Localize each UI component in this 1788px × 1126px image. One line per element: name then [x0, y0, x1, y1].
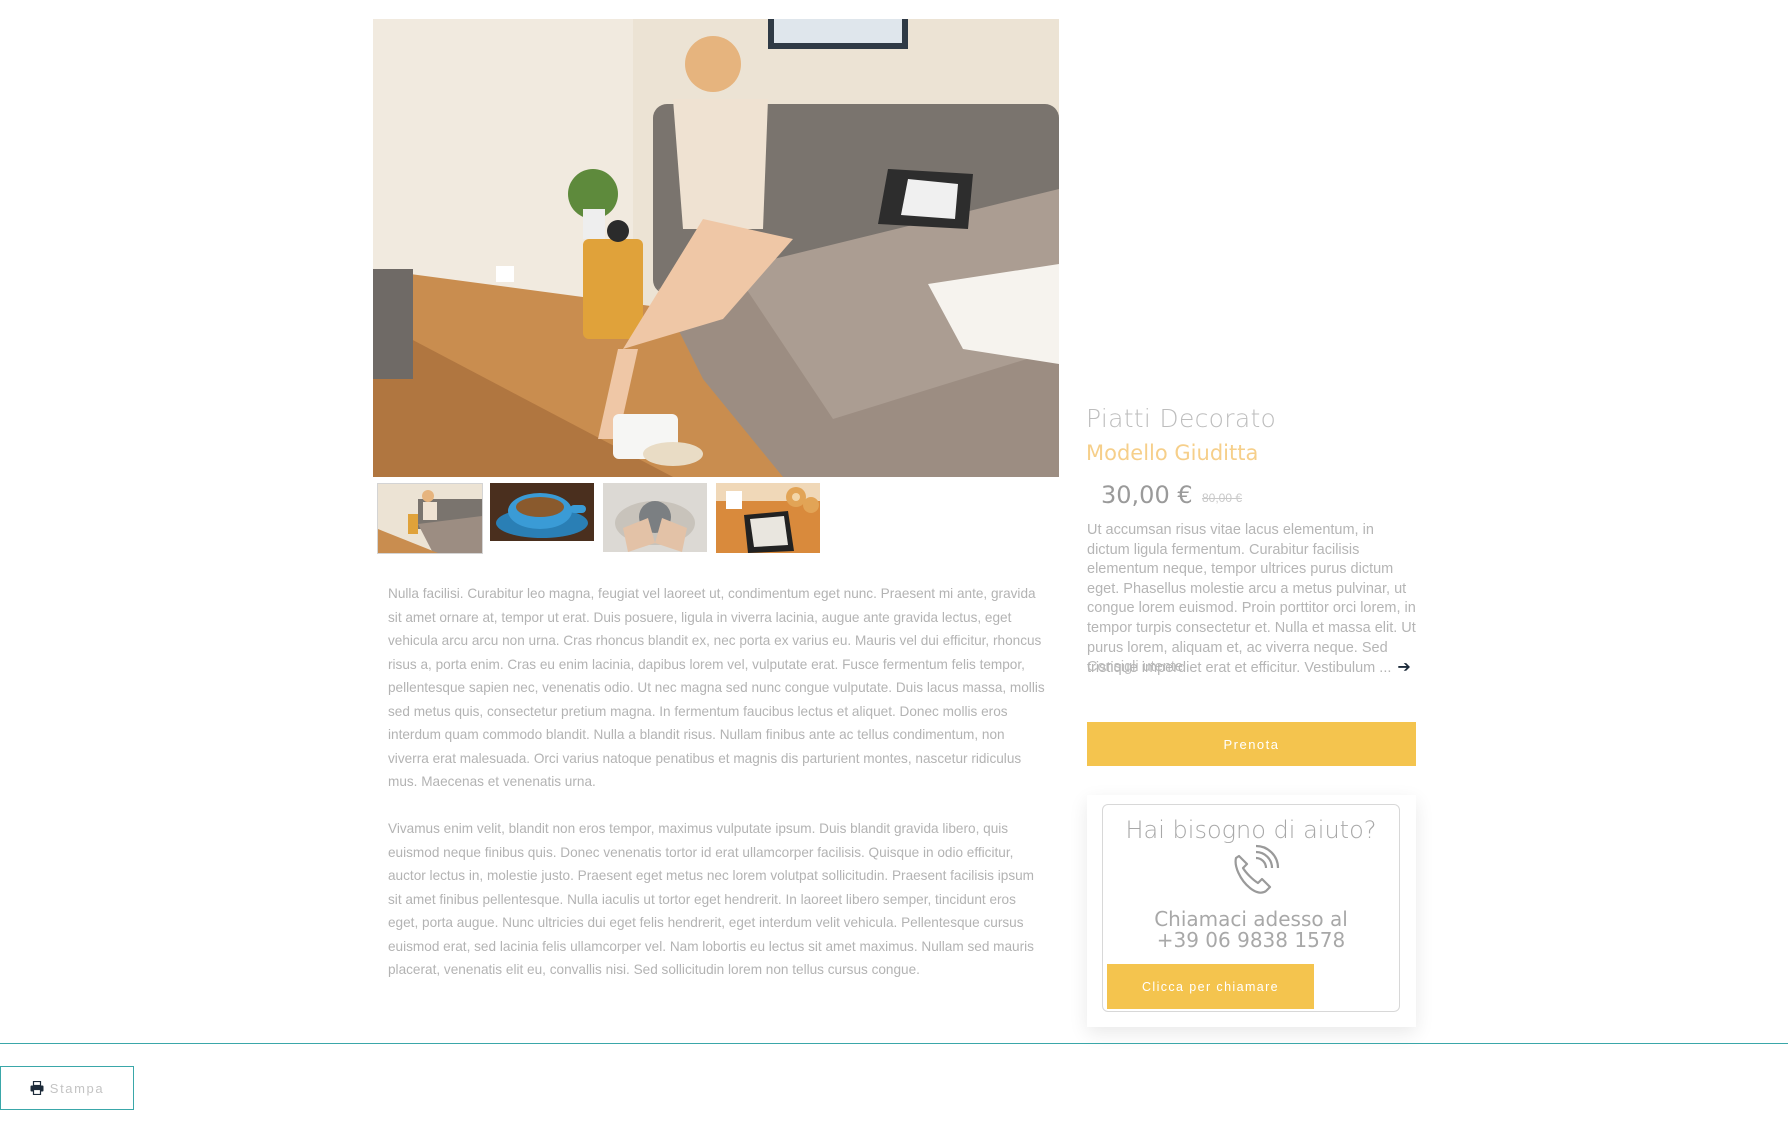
help-call-text: Chiamaci adesso al +39 06 9838 1578 [1103, 909, 1399, 951]
call-button[interactable]: Clicca per chiamare [1107, 964, 1314, 1009]
help-phone-number[interactable]: +39 06 9838 1578 [1103, 930, 1399, 951]
product-short-description: Ut accumsan risus vitae lacus elementum,… [1087, 521, 1417, 679]
thumbnail-strip [373, 481, 823, 554]
book-button[interactable]: Prenota [1087, 722, 1416, 766]
short-description-text: Ut accumsan risus vitae lacus elementum,… [1087, 522, 1416, 677]
description-paragraph-1: Nulla facilisi. Curabitur leo magna, feu… [388, 586, 1045, 789]
help-title: Hai bisogno di aiuto? [1125, 816, 1377, 844]
product-main-image[interactable] [373, 19, 1059, 477]
product-subtitle: Modello Giuditta [1086, 441, 1259, 465]
product-long-description: Nulla facilisi. Curabitur leo magna, feu… [388, 582, 1046, 1005]
print-button[interactable]: Stampa [0, 1066, 134, 1110]
overlap-label: Consigli utente [1087, 659, 1183, 675]
footer-divider [0, 1043, 1788, 1044]
help-card-inner: Hai bisogno di aiuto? Chiamaci adesso al… [1102, 804, 1400, 1012]
thumbnail-coffee[interactable] [490, 483, 594, 541]
description-paragraph-2: Vivamus enim velit, blandit non eros tem… [388, 821, 1035, 977]
thumbnail-bedroom[interactable] [377, 483, 483, 554]
help-call-line-1: Chiamaci adesso al [1154, 907, 1348, 931]
thumbnail-hands[interactable] [603, 483, 707, 552]
product-title: Piatti Decorato [1086, 404, 1277, 433]
thumbnail-tablet[interactable] [716, 483, 820, 553]
product-old-price: 80,00 € [1202, 491, 1243, 505]
printer-icon [30, 1081, 44, 1095]
help-card: Hai bisogno di aiuto? Chiamaci adesso al… [1087, 795, 1416, 1027]
arrow-right-icon[interactable]: ➔ [1397, 659, 1410, 676]
phone-icon [1234, 844, 1280, 894]
print-button-label: Stampa [49, 1080, 105, 1096]
product-price: 30,00 € [1101, 481, 1193, 509]
